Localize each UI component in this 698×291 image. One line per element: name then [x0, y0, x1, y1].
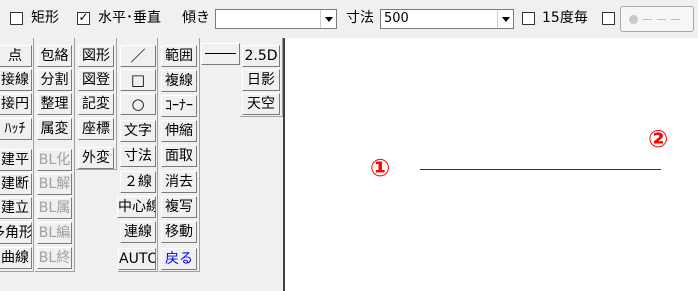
tool-continuous-line-button[interactable]: 連線	[120, 221, 156, 243]
tool-figure-register-button[interactable]: 図登	[78, 69, 114, 91]
tool-block-explode-button[interactable]: BL解	[37, 173, 72, 195]
chevron-down-icon[interactable]	[320, 10, 336, 28]
dimension-value: 500	[384, 11, 409, 26]
dash-segment	[643, 19, 652, 20]
tool-erase-button[interactable]: 消去	[161, 171, 197, 193]
tool-palette: 点 接線 接円 ﾊｯﾁ 建平 建断 建立 多角形 曲線 包絡 分割 整理 属変 …	[0, 38, 283, 291]
rect-checkbox[interactable]	[10, 12, 23, 25]
tool-move-button[interactable]: 移動	[161, 221, 197, 243]
extra-checkbox[interactable]	[602, 12, 615, 25]
tool-symbol-change-button[interactable]: 記変	[78, 93, 114, 115]
tool-text-button[interactable]: 文字	[120, 120, 156, 142]
tool-envelope-button[interactable]: 包絡	[37, 45, 72, 67]
tool-curve-button[interactable]: 曲線	[0, 247, 32, 269]
tool-building-section-button[interactable]: 建断	[0, 173, 32, 195]
tool-hatch-button[interactable]: ﾊｯﾁ	[0, 118, 32, 140]
dash-segment	[657, 19, 666, 20]
undo-button[interactable]: 戻る	[161, 248, 197, 270]
tool-tangent-line-button[interactable]: 接線	[0, 69, 32, 91]
dash-segment	[671, 19, 680, 20]
ortho-label: 水平･垂直	[98, 10, 161, 26]
tool-block-end-button[interactable]: BL終	[37, 247, 72, 269]
deg15-checkbox[interactable]	[522, 12, 535, 25]
dimension-combobox[interactable]: 500	[380, 9, 514, 29]
callout-marker-2: ②	[648, 125, 669, 153]
tool-block-create-button[interactable]: BL化	[37, 149, 72, 171]
tool-center-line-button[interactable]: 中心線	[117, 196, 156, 218]
toolbar: 矩形 ✓ 水平･垂直 傾き 寸法 500 15度毎	[0, 0, 698, 38]
tool-copy-button[interactable]: 複写	[161, 196, 197, 218]
chevron-down-icon[interactable]	[497, 10, 513, 28]
tool-sun-shadow-button[interactable]: 日影	[242, 69, 280, 91]
tool-coordinate-button[interactable]: 座標	[78, 118, 114, 140]
tool-double-line-button[interactable]: ２線	[120, 171, 156, 193]
tool-parallel-line-button[interactable]: 複線	[161, 70, 197, 92]
tool-auto-button[interactable]: AUTO	[118, 248, 156, 270]
tool-organize-button[interactable]: 整理	[37, 93, 72, 115]
tool-block-edit-button[interactable]: BL編	[37, 222, 72, 244]
callout-marker-1: ①	[370, 154, 391, 182]
tool-figure-button[interactable]: 図形	[78, 45, 114, 67]
angle-label: 傾き	[182, 10, 210, 26]
tool-attribute-change-button[interactable]: 属変	[37, 118, 72, 140]
checkmark-icon: ✓	[78, 10, 89, 24]
angle-combobox[interactable]	[215, 9, 337, 29]
dimension-label: 寸法	[346, 10, 374, 26]
tool-range-button[interactable]: 範囲	[161, 45, 197, 67]
tool-tangent-circle-button[interactable]: 接円	[0, 93, 32, 115]
tool-chamfer-button[interactable]: 面取	[161, 145, 197, 167]
tool-polygon-button[interactable]: 多角形	[0, 222, 32, 244]
rect-label: 矩形	[31, 10, 59, 26]
tool-line-button[interactable]: ／	[120, 45, 156, 67]
tool-divide-button[interactable]: 分割	[37, 69, 72, 91]
tool-sky-view-button[interactable]: 天空	[242, 93, 280, 115]
tool-block-attribute-button[interactable]: BL属	[37, 197, 72, 219]
tool-external-change-button[interactable]: 外変	[78, 147, 114, 169]
drawn-line[interactable]	[420, 169, 661, 170]
line-type-icon	[205, 53, 236, 54]
tool-rectangle-button[interactable]: □	[120, 69, 156, 91]
drawing-area[interactable]: ① ②	[283, 38, 698, 291]
tool-building-elevation-button[interactable]: 建立	[0, 197, 32, 219]
line-style-dot-dash-icon	[629, 15, 638, 24]
line-style-button[interactable]	[620, 6, 694, 32]
deg15-label: 15度毎	[542, 10, 588, 26]
tool-circle-button[interactable]: ○	[120, 93, 156, 115]
tool-2-5d-button[interactable]: 2.5D	[242, 45, 280, 67]
ortho-checkbox[interactable]: ✓	[77, 10, 90, 25]
tool-building-plan-button[interactable]: 建平	[0, 149, 32, 171]
line-type-button[interactable]	[201, 43, 240, 65]
tool-stretch-button[interactable]: 伸縮	[161, 120, 197, 142]
tool-dimension-button[interactable]: 寸法	[120, 145, 156, 167]
tool-corner-button[interactable]: ｺｰﾅｰ	[161, 95, 197, 117]
tool-point-button[interactable]: 点	[0, 45, 32, 67]
